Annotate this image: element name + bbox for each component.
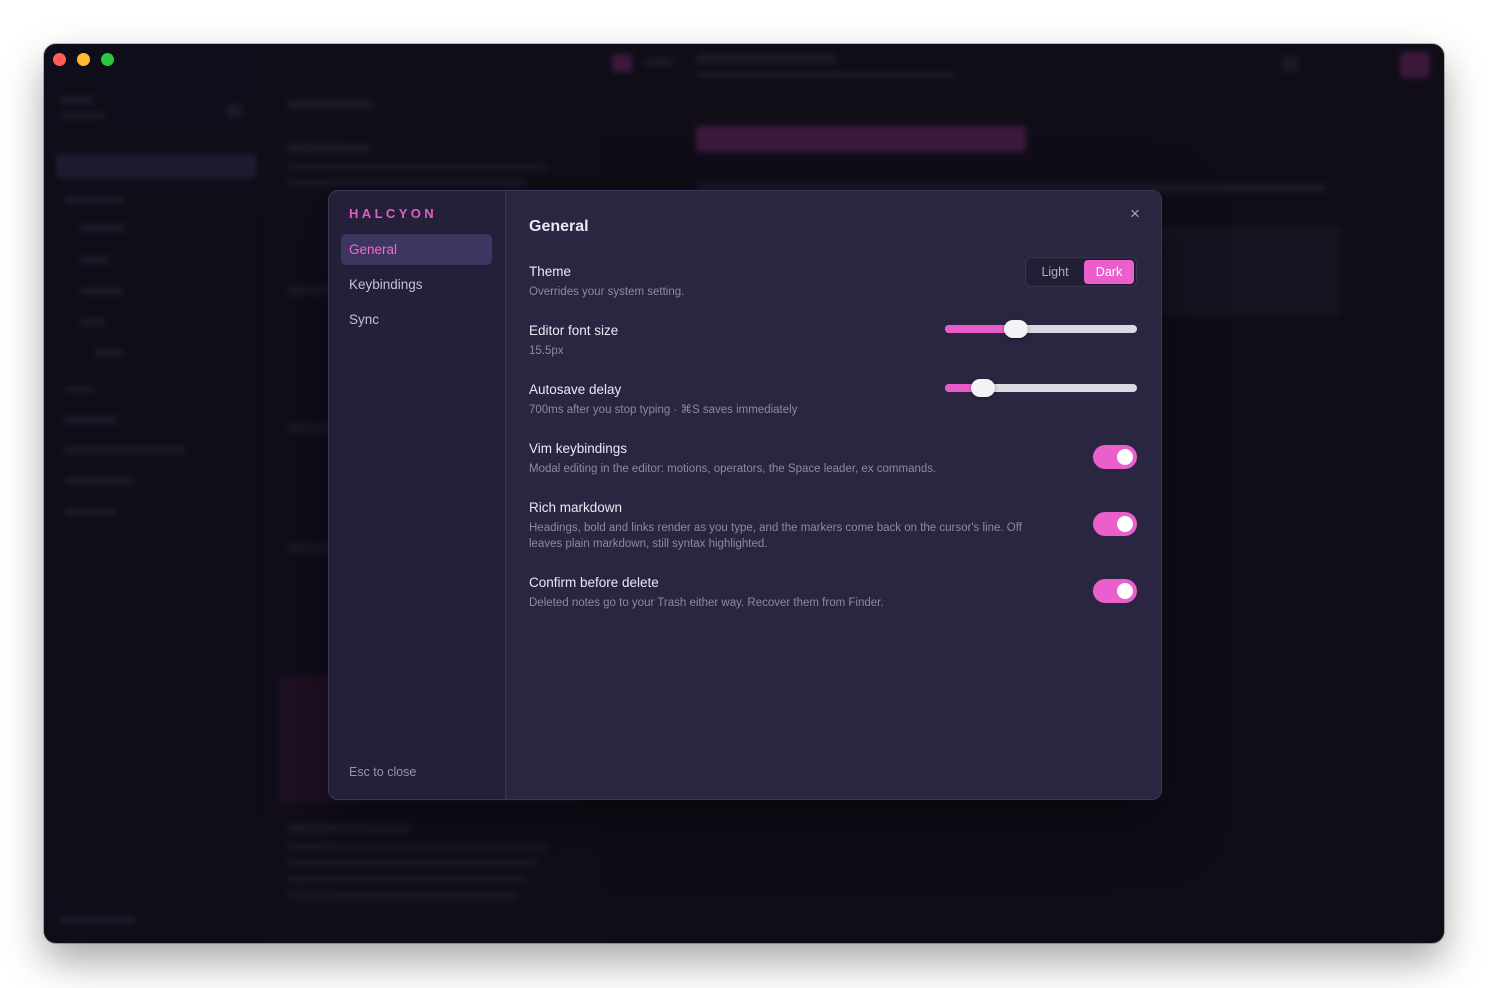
- window-controls: [53, 53, 114, 66]
- toggle-knob: [1117, 449, 1133, 465]
- panel-title: General: [529, 218, 589, 235]
- minimize-window-button[interactable]: [77, 53, 90, 66]
- rich-markdown-toggle[interactable]: [1093, 512, 1137, 536]
- setting-confirm-delete: Confirm before delete Deleted notes go t…: [529, 575, 1137, 611]
- nav-item-keybindings[interactable]: Keybindings: [341, 269, 492, 300]
- zoom-window-button[interactable]: [101, 53, 114, 66]
- setting-label: Vim keybindings: [529, 441, 628, 456]
- setting-label: Confirm before delete: [529, 575, 659, 590]
- autosave-slider[interactable]: [945, 379, 1137, 399]
- nav-item-sync[interactable]: Sync: [341, 304, 492, 335]
- setting-description: Headings, bold and links render as you t…: [529, 522, 1022, 550]
- theme-option-light[interactable]: Light: [1030, 260, 1080, 284]
- settings-sidebar: HALCYON General Keybindings Sync Esc to …: [329, 191, 506, 799]
- nav-item-general[interactable]: General: [341, 234, 492, 265]
- setting-font-size: Editor font size 15.5px: [529, 320, 1137, 359]
- brand-logo: HALCYON: [349, 206, 438, 221]
- setting-description: Deleted notes go to your Trash either wa…: [529, 597, 884, 609]
- theme-option-dark[interactable]: Dark: [1084, 260, 1134, 284]
- esc-hint: Esc to close: [349, 765, 417, 779]
- close-icon[interactable]: ×: [1127, 205, 1143, 222]
- theme-segmented-control: Light Dark: [1025, 257, 1137, 287]
- toggle-knob: [1117, 516, 1133, 532]
- settings-dialog: HALCYON General Keybindings Sync Esc to …: [328, 190, 1162, 800]
- confirm-delete-toggle[interactable]: [1093, 579, 1137, 603]
- slider-thumb[interactable]: [1004, 320, 1029, 338]
- setting-theme: Theme Overrides your system setting. Lig…: [529, 257, 1137, 300]
- setting-description: 700ms after you stop typing · ⌘S saves i…: [529, 404, 798, 416]
- setting-label: Rich markdown: [529, 500, 623, 515]
- toggle-knob: [1117, 583, 1133, 599]
- close-window-button[interactable]: [53, 53, 66, 66]
- slider-thumb[interactable]: [971, 379, 996, 397]
- setting-autosave: Autosave delay 700ms after you stop typi…: [529, 379, 1137, 418]
- setting-rich-markdown: Rich markdown Headings, bold and links r…: [529, 500, 1137, 552]
- setting-description: Modal editing in the editor: motions, op…: [529, 463, 937, 475]
- font-size-slider[interactable]: [945, 320, 1137, 340]
- setting-vim: Vim keybindings Modal editing in the edi…: [529, 441, 1137, 477]
- settings-panel: × General Theme Overrides your system se…: [505, 191, 1161, 799]
- vim-toggle[interactable]: [1093, 445, 1137, 469]
- setting-value: 15.5px: [529, 345, 564, 357]
